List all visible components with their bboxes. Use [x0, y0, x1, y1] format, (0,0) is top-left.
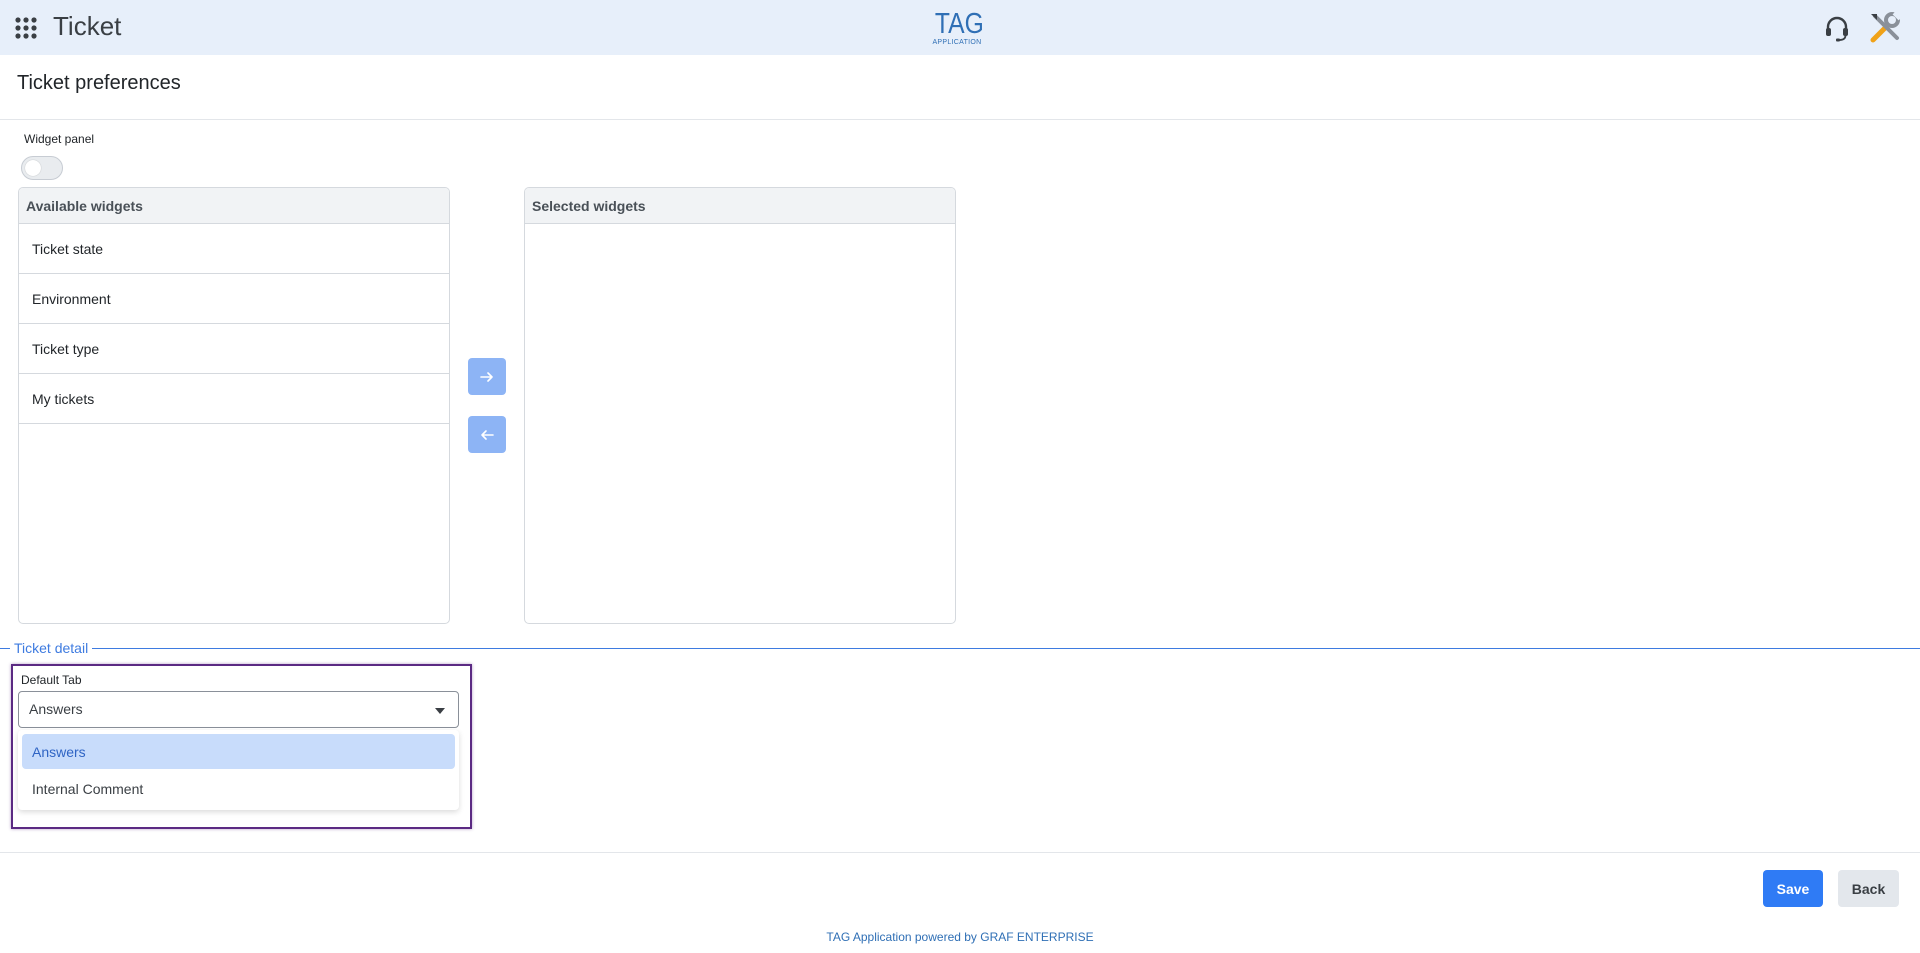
page-title: Ticket preferences [17, 72, 181, 94]
arrow-right-icon [480, 371, 493, 382]
default-tab-dropdown: Answers Internal Comment [18, 730, 459, 810]
logo-main-text: TAG [934, 8, 984, 40]
move-left-button[interactable] [468, 416, 506, 453]
app-title: Ticket [53, 11, 122, 41]
option-internal-comment[interactable]: Internal Comment [22, 771, 455, 806]
back-button[interactable]: Back [1838, 870, 1899, 907]
list-item[interactable]: Ticket state [19, 224, 449, 274]
list-item[interactable]: Ticket type [19, 324, 449, 374]
footer-credit: TAG Application powered by GRAF ENTERPRI… [826, 930, 1094, 944]
default-tab-select[interactable]: Answers [18, 691, 459, 728]
top-header: Ticket TAG APPLICATION [0, 0, 1920, 55]
widget-panel-label: Widget panel [24, 132, 95, 146]
footer-divider [0, 852, 1920, 853]
default-tab-label: Default Tab [21, 673, 82, 687]
move-right-button[interactable] [468, 358, 506, 395]
caret-down-icon [435, 708, 445, 714]
available-widgets-list: Available widgets Ticket state Environme… [18, 187, 450, 624]
arrow-left-icon [481, 429, 494, 440]
tools-icon[interactable] [1867, 10, 1903, 46]
available-widgets-header: Available widgets [19, 188, 449, 224]
save-button[interactable]: Save [1763, 870, 1823, 907]
apps-grid-icon[interactable] [14, 16, 38, 40]
selected-widgets-list: Selected widgets [524, 187, 956, 624]
default-tab-value: Answers [29, 701, 83, 717]
selected-widgets-header: Selected widgets [525, 188, 955, 224]
list-item[interactable]: Environment [19, 274, 449, 324]
option-answers[interactable]: Answers [22, 734, 455, 769]
tag-logo: TAG APPLICATION [931, 9, 983, 49]
list-item[interactable]: My tickets [19, 374, 449, 424]
toggle-knob [25, 160, 41, 176]
ticket-detail-legend: Ticket detail [10, 640, 93, 656]
title-divider [0, 119, 1920, 120]
headset-icon[interactable] [1822, 13, 1852, 43]
logo-sub-text: APPLICATION [932, 39, 982, 46]
widget-panel-toggle[interactable] [21, 156, 63, 180]
ticket-detail-divider [0, 648, 1920, 649]
